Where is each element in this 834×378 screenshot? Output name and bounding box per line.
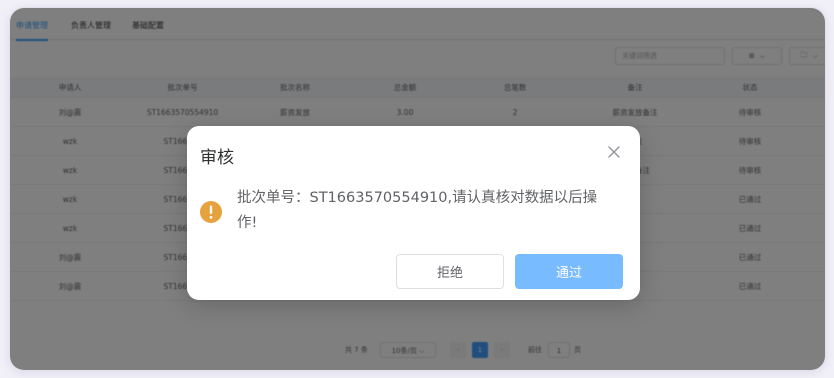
review-dialog: 审核 批次单号：ST1663570554910,请认真核对数据以后操作! 拒绝 …	[187, 126, 640, 300]
dialog-message: 批次单号：ST1663570554910,请认真核对数据以后操作!	[237, 190, 598, 231]
pass-button[interactable]: 通过	[515, 254, 623, 289]
reject-button[interactable]: 拒绝	[396, 254, 504, 289]
warning-icon	[200, 201, 222, 223]
dialog-title: 审核	[200, 148, 234, 168]
close-icon[interactable]	[605, 143, 623, 161]
